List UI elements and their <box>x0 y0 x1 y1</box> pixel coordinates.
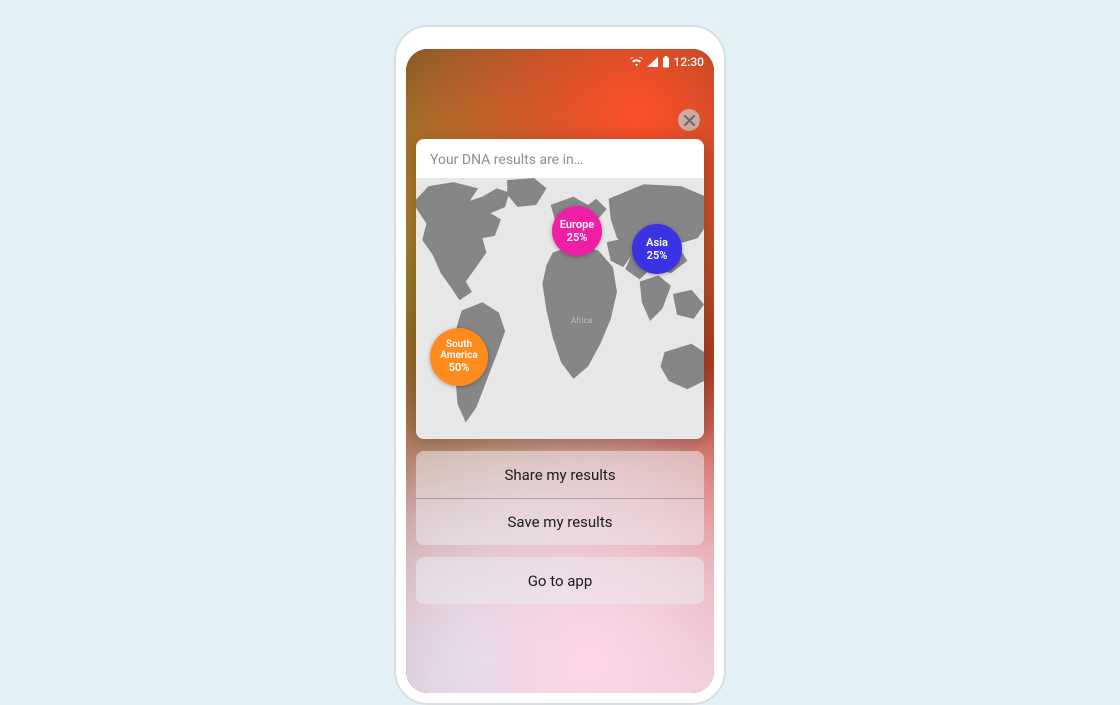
bubble-region: Asia <box>646 237 668 249</box>
wifi-icon <box>630 57 643 67</box>
cellular-icon <box>647 57 658 67</box>
bubble-pct: 25% <box>567 232 588 244</box>
bubble-south-america: SouthAmerica 50% <box>430 328 488 386</box>
goto-app-button[interactable]: Go to app <box>416 557 704 604</box>
bubble-region: SouthAmerica <box>440 340 477 361</box>
status-bar: 12:30 <box>406 49 714 75</box>
save-button[interactable]: Save my results <box>416 498 704 545</box>
phone-screen: 12:30 Your DNA results are in… <box>406 49 714 693</box>
bubble-europe: Europe 25% <box>552 206 602 256</box>
share-button[interactable]: Share my results <box>416 451 704 498</box>
close-icon <box>684 111 695 130</box>
card-title: Your DNA results are in… <box>416 139 704 178</box>
bubble-region: Europe <box>560 219 594 231</box>
action-sheet-secondary: Go to app <box>416 557 704 604</box>
world-map: Africa SouthAmerica 50% Europe 25% Asia … <box>416 178 704 439</box>
phone-frame: 12:30 Your DNA results are in… <box>394 25 726 705</box>
bubble-asia: Asia 25% <box>632 224 682 274</box>
bubble-pct: 25% <box>647 250 668 262</box>
battery-icon <box>662 56 670 68</box>
results-card: Your DNA results are in… <box>416 139 704 439</box>
map-label-africa: Africa <box>571 316 592 325</box>
status-time: 12:30 <box>674 55 704 69</box>
bubble-pct: 50% <box>449 362 470 374</box>
action-sheet: Share my results Save my results <box>416 451 704 545</box>
close-button[interactable] <box>678 109 700 131</box>
